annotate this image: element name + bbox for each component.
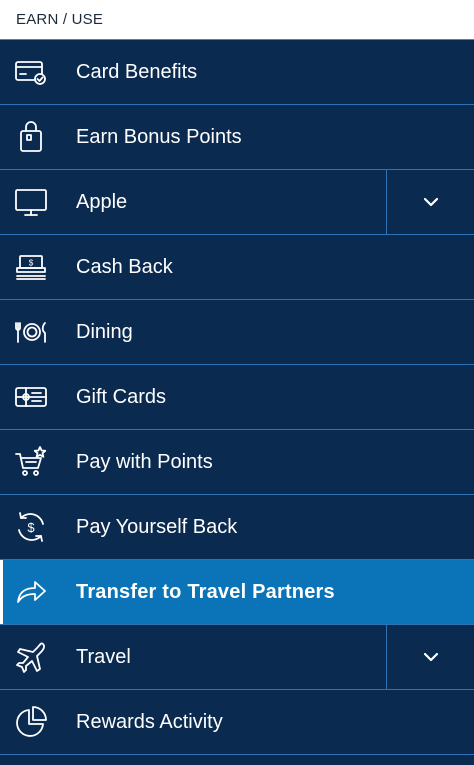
airplane-icon	[14, 640, 48, 674]
svg-text:$: $	[27, 520, 35, 535]
menu-item-apple[interactable]: Apple	[0, 170, 474, 235]
chevron-down-icon	[423, 197, 438, 207]
cart-star-icon	[14, 445, 48, 479]
menu-item-label: Gift Cards	[76, 385, 167, 408]
menu-item-rewards-activity[interactable]: Rewards Activity	[0, 690, 474, 755]
menu-item-cash-back[interactable]: $ Cash Back	[0, 235, 474, 300]
menu-item-label: Pay with Points	[76, 450, 213, 473]
menu-item-transfer-to-travel-partners[interactable]: Transfer to Travel Partners	[0, 560, 474, 625]
menu-item-label: Transfer to Travel Partners	[76, 580, 335, 603]
dollar-cycle-icon: $	[14, 510, 48, 544]
menu-item-gift-cards[interactable]: Gift Cards	[0, 365, 474, 430]
plate-utensils-icon	[14, 315, 48, 349]
menu-item-label: Dining	[76, 320, 133, 343]
menu-item-label: Pay Yourself Back	[76, 515, 238, 538]
pie-chart-icon	[14, 705, 48, 739]
cash-stack-icon: $	[14, 250, 48, 284]
menu-item-pay-with-points[interactable]: Pay with Points	[0, 430, 474, 495]
menu-item-label: Cash Back	[76, 255, 173, 278]
menu-item-label: Card Benefits	[76, 60, 198, 83]
desktop-monitor-icon	[14, 185, 48, 219]
chevron-down-icon	[423, 652, 438, 662]
expand-travel-button[interactable]	[386, 625, 474, 689]
gift-card-icon	[14, 380, 48, 414]
earn-use-menu: Card Benefits Earn Bonus Points Apple $ …	[0, 40, 474, 755]
shopping-bag-icon	[14, 120, 48, 154]
menu-item-card-benefits[interactable]: Card Benefits	[0, 40, 474, 105]
menu-item-label: Rewards Activity	[76, 710, 223, 733]
menu-item-label: Apple	[76, 190, 128, 213]
share-arrow-icon	[14, 575, 48, 609]
menu-item-dining[interactable]: Dining	[0, 300, 474, 365]
expand-apple-button[interactable]	[386, 170, 474, 234]
credit-card-check-icon	[14, 55, 48, 89]
menu-item-pay-yourself-back[interactable]: $ Pay Yourself Back	[0, 495, 474, 560]
menu-item-label: Travel	[76, 645, 131, 668]
menu-item-earn-bonus-points[interactable]: Earn Bonus Points	[0, 105, 474, 170]
svg-text:$: $	[29, 259, 34, 268]
section-title: EARN / USE	[16, 11, 104, 28]
section-header: EARN / USE	[0, 0, 474, 40]
menu-item-travel[interactable]: Travel	[0, 625, 474, 690]
menu-item-label: Earn Bonus Points	[76, 125, 242, 148]
